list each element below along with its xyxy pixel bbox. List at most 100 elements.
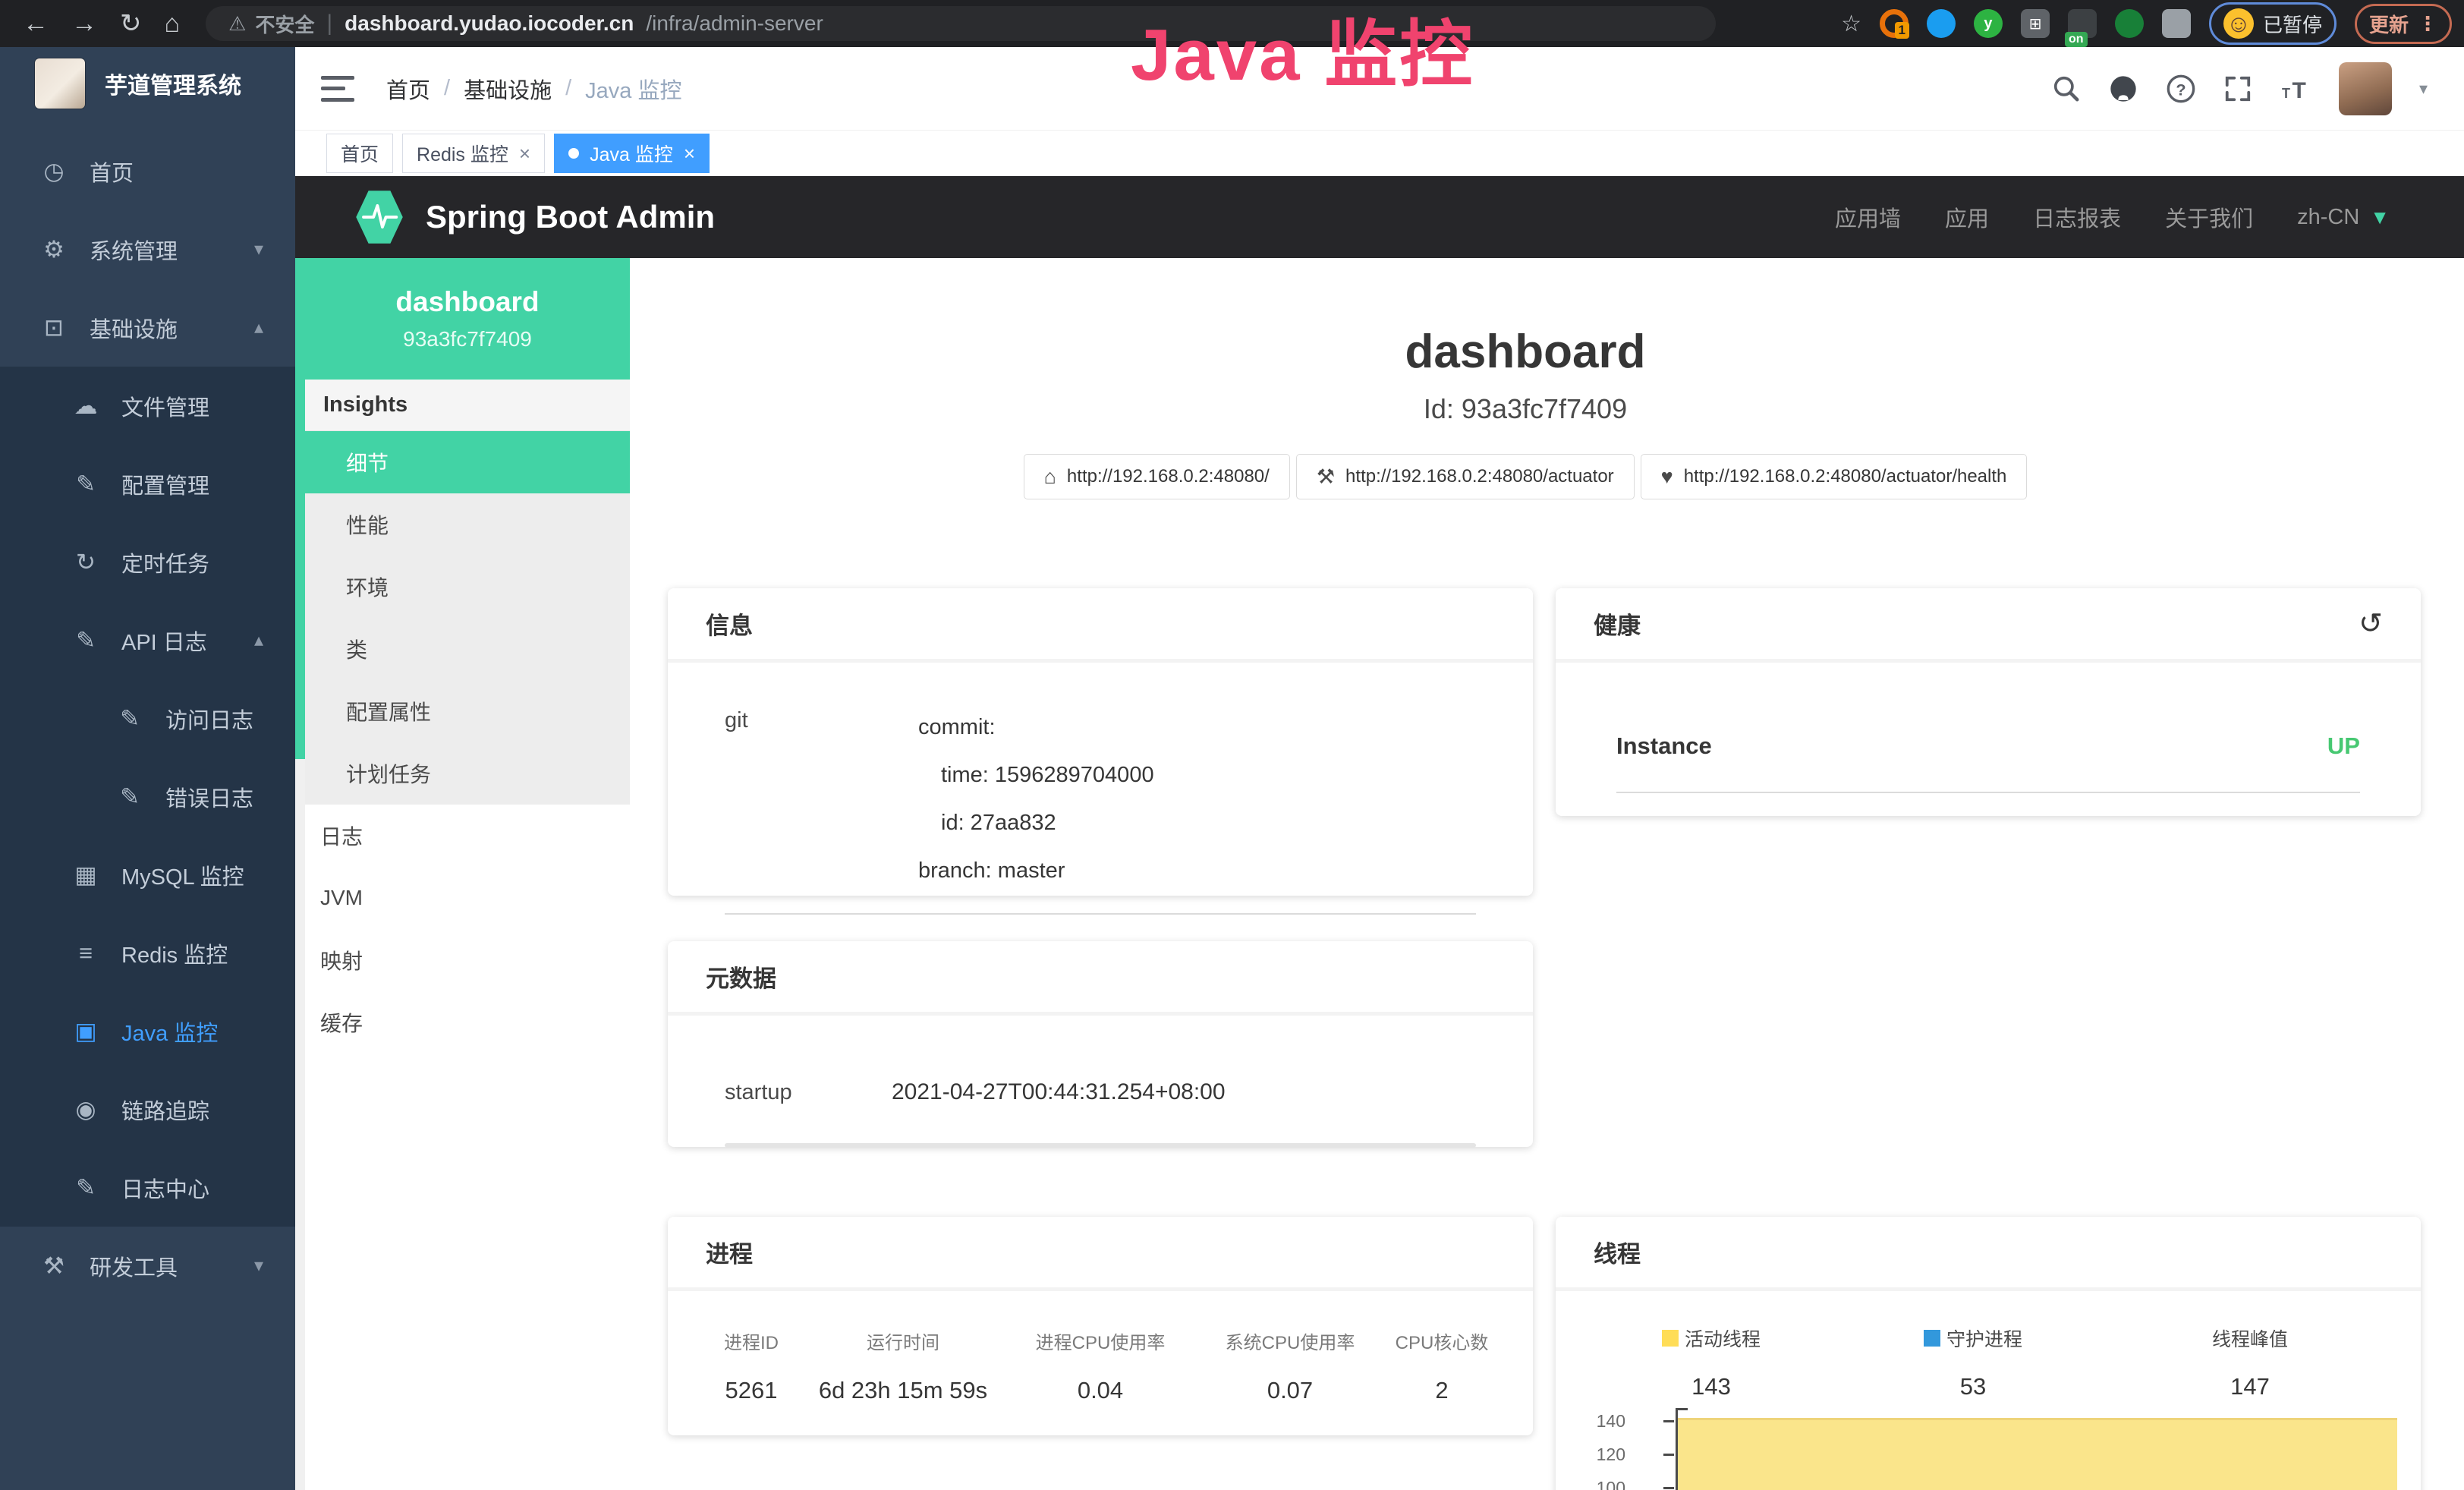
health-card-title: 健康 [1594,606,1641,641]
hamburger-icon[interactable] [321,76,354,102]
y-tick-mark [1663,1487,1674,1489]
sidebar-item-java-monitor[interactable]: ▣ Java 监控 [0,992,295,1070]
browser-forward-icon[interactable]: → [71,0,97,47]
help-icon[interactable]: ? [2166,74,2196,104]
sba-nav-journal[interactable]: 日志报表 [2033,201,2121,233]
sidebar-item-scheduled-jobs[interactable]: ↻ 定时任务 [0,523,295,601]
sidebar-item-devtools[interactable]: ⚒ 研发工具 ▾ [0,1227,295,1305]
health-url-button[interactable]: ♥ http://192.168.0.2:48080/actuator/heal… [1641,454,2028,499]
fullscreen-icon[interactable] [2223,74,2252,103]
sidebar-item-label: 研发工具 [90,1250,178,1282]
tags-view-bar: 首页 Redis 监控 × Java 监控 × [295,131,2464,176]
sidebar-scrollbar-track[interactable] [295,258,305,1490]
tab-home[interactable]: 首页 [326,134,393,173]
threads-chart: 140 120 100 [1556,1397,2421,1490]
actuator-url-button[interactable]: ⚒ http://192.168.0.2:48080/actuator [1296,454,1635,499]
sidebar-item-file-manage[interactable]: ☁ 文件管理 [0,367,295,445]
sidebar-scrollbar-thumb[interactable] [295,258,305,759]
sba-navbar: Spring Boot Admin 应用墙 应用 日志报表 关于我们 zh-CN… [295,176,2464,258]
sba-logo-icon [354,190,404,244]
legend-live-swatch [1662,1330,1679,1347]
sidebar-item-infra[interactable]: ⊡ 基础设施 ▴ [0,288,295,367]
process-header-process-cpu: 进程CPU使用率 [1002,1328,1199,1354]
extension-y-icon[interactable]: y [1974,9,2003,38]
process-header-pid: 进程ID [698,1328,804,1354]
address-bar[interactable]: ⚠ 不安全 | dashboard.yudao.iocoder.cn /infr… [206,6,1716,41]
breadcrumb-infra[interactable]: 基础设施 [464,73,552,105]
sidebar-item-redis-monitor[interactable]: ≡ Redis 监控 [0,914,295,992]
subsidebar-item-scheduled-tasks[interactable]: 计划任务 [305,742,630,805]
subsidebar-item-metrics[interactable]: 性能 [305,493,630,556]
browser-back-icon[interactable]: ← [23,0,49,47]
info-card-title: 信息 [706,606,753,641]
subsidebar-item-logs[interactable]: 日志 [305,805,630,867]
extension-orange-icon[interactable]: 1 [1880,9,1909,38]
browser-home-icon[interactable]: ⌂ [165,0,181,47]
profile-chip[interactable]: ☺ 已暂停 [2209,2,2337,45]
sba-nav-applications-wall[interactable]: 应用墙 [1835,201,1901,233]
sidebar-item-tracing[interactable]: ◉ 链路追踪 [0,1070,295,1148]
bookmark-star-icon[interactable]: ☆ [1841,11,1861,37]
user-avatar[interactable] [2339,62,2392,115]
legend-daemon-swatch [1924,1330,1940,1347]
sidebar-item-log-center[interactable]: ✎ 日志中心 [0,1148,295,1227]
instance-url-button[interactable]: ⌂ http://192.168.0.2:48080/ [1024,454,1290,499]
extensions-puzzle-icon[interactable] [2162,9,2191,38]
sidebar-item-label: API 日志 [121,625,207,657]
subsidebar-item-jvm[interactable]: JVM [305,867,630,929]
extension-leaf-icon[interactable] [2115,9,2144,38]
threads-card-title: 线程 [1594,1235,1641,1269]
tab-label: 首页 [341,140,379,167]
sidebar-item-access-log[interactable]: ✎ 访问日志 [0,679,295,758]
edit-icon: ✎ [70,1174,102,1202]
divider [725,913,1476,915]
health-card: 健康 ↺ Instance UP [1556,588,2421,816]
edit-icon: ✎ [70,471,102,498]
health-history-icon[interactable]: ↺ [2359,606,2383,641]
github-icon[interactable] [2108,74,2138,104]
avatar-caret-icon[interactable]: ▾ [2419,79,2428,99]
url-separator: | [326,11,332,36]
sba-language-select[interactable]: zh-CN ▼ [2297,205,2390,230]
instance-name: dashboard [395,286,539,318]
divider [1616,792,2360,793]
sidebar-item-config-manage[interactable]: ✎ 配置管理 [0,445,295,523]
sidebar-item-home[interactable]: ◷ 首页 [0,132,295,210]
browser-menu-dots-icon[interactable]: ⋮ [2418,12,2437,36]
font-size-icon[interactable]: TT [2280,74,2311,103]
extension-grid-icon[interactable]: ⊞ [2021,9,2050,38]
health-status-badge: UP [2327,732,2360,760]
monitor-icon: ⊡ [38,314,70,342]
browser-update-button[interactable]: 更新 ⋮ [2355,4,2452,44]
sidebar-item-label: 系统管理 [90,234,178,266]
sba-nav-about[interactable]: 关于我们 [2165,201,2253,233]
search-icon[interactable] [2052,74,2081,103]
sidebar-item-error-log[interactable]: ✎ 错误日志 [0,758,295,836]
subsidebar-item-configprops[interactable]: 配置属性 [305,680,630,742]
close-icon[interactable]: × [519,143,530,163]
sidebar-item-system[interactable]: ⚙ 系统管理 ▾ [0,210,295,288]
sba-brand[interactable]: Spring Boot Admin [354,190,715,244]
sidebar-item-mysql-monitor[interactable]: ▦ MySQL 监控 [0,836,295,914]
extension-list-icon[interactable]: on [2068,9,2097,38]
close-icon[interactable]: × [684,143,695,163]
extension-on-badge: on [2065,32,2088,47]
extension-pin-icon[interactable] [1927,9,1956,38]
sidebar-item-api-log[interactable]: ✎ API 日志 ▴ [0,601,295,679]
browser-reload-icon[interactable]: ↻ [120,0,142,47]
sidebar-item-label: Java 监控 [121,1016,218,1047]
gear-icon: ⚙ [38,236,70,263]
security-label[interactable]: 不安全 [255,10,314,38]
sidebar-item-label: 配置管理 [121,468,209,500]
subsidebar-item-caches[interactable]: 缓存 [305,991,630,1054]
breadcrumb-home[interactable]: 首页 [386,73,430,105]
subsidebar-item-classes[interactable]: 类 [305,618,630,680]
tab-redis-monitor[interactable]: Redis 监控 × [402,134,545,173]
subsidebar-item-details[interactable]: 细节 [305,431,630,493]
sba-nav-applications[interactable]: 应用 [1945,201,1989,233]
subsidebar-item-mappings[interactable]: 映射 [305,929,630,991]
subsidebar-item-environment[interactable]: 环境 [305,556,630,618]
tab-java-monitor[interactable]: Java 监控 × [554,134,710,173]
legend-daemon-label: 守护进程 [1946,1325,2022,1352]
app-logo[interactable]: 芋道管理系统 [0,47,295,120]
